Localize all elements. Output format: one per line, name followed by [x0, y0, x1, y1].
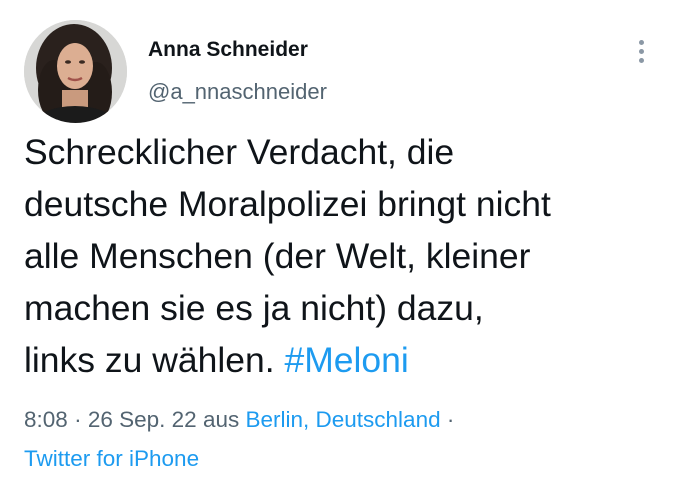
menu-dot — [639, 49, 644, 54]
avatar[interactable] — [24, 20, 127, 123]
menu-dot — [639, 58, 644, 63]
display-name[interactable]: Anna Schneider — [148, 38, 308, 62]
hashtag-link[interactable]: #Meloni — [284, 340, 408, 380]
handle[interactable]: @a_nnaschneider — [148, 79, 327, 105]
more-vertical-icon[interactable] — [630, 36, 654, 68]
menu-dot — [639, 40, 644, 45]
from-label: aus — [202, 407, 240, 432]
separator: · — [446, 407, 455, 432]
tweet-text: Schrecklicher Verdacht, die deutsche Mor… — [24, 126, 664, 386]
tweet-text-line: deutsche Moralpolizei bringt nicht — [24, 184, 551, 224]
tweet-metadata: 8:08 · 26 Sep. 22 aus Berlin, Deutschlan… — [24, 400, 664, 478]
tweet-card: Anna Schneider @a_nnaschneider Schreckli… — [0, 0, 680, 496]
location-link[interactable]: Berlin, Deutschland — [245, 407, 440, 432]
tweet-text-line: machen sie es ja nicht) dazu, — [24, 288, 484, 328]
tweet-time[interactable]: 8:08 — [24, 407, 68, 432]
avatar-photo — [24, 20, 127, 123]
tweet-text-line: Schrecklicher Verdacht, die — [24, 132, 455, 172]
client-link[interactable]: Twitter for iPhone — [24, 446, 199, 471]
tweet-date[interactable]: 26 Sep. 22 — [88, 407, 197, 432]
separator: · — [74, 407, 82, 432]
tweet-text-last-line: links zu wählen. #Meloni — [24, 334, 664, 386]
client-row: Twitter for iPhone — [24, 439, 664, 478]
timestamp-row: 8:08 · 26 Sep. 22 aus Berlin, Deutschlan… — [24, 400, 664, 439]
tweet-text-line: alle Menschen (der Welt, kleiner — [24, 236, 531, 276]
tweet-text-segment: links zu wählen. — [24, 340, 275, 380]
